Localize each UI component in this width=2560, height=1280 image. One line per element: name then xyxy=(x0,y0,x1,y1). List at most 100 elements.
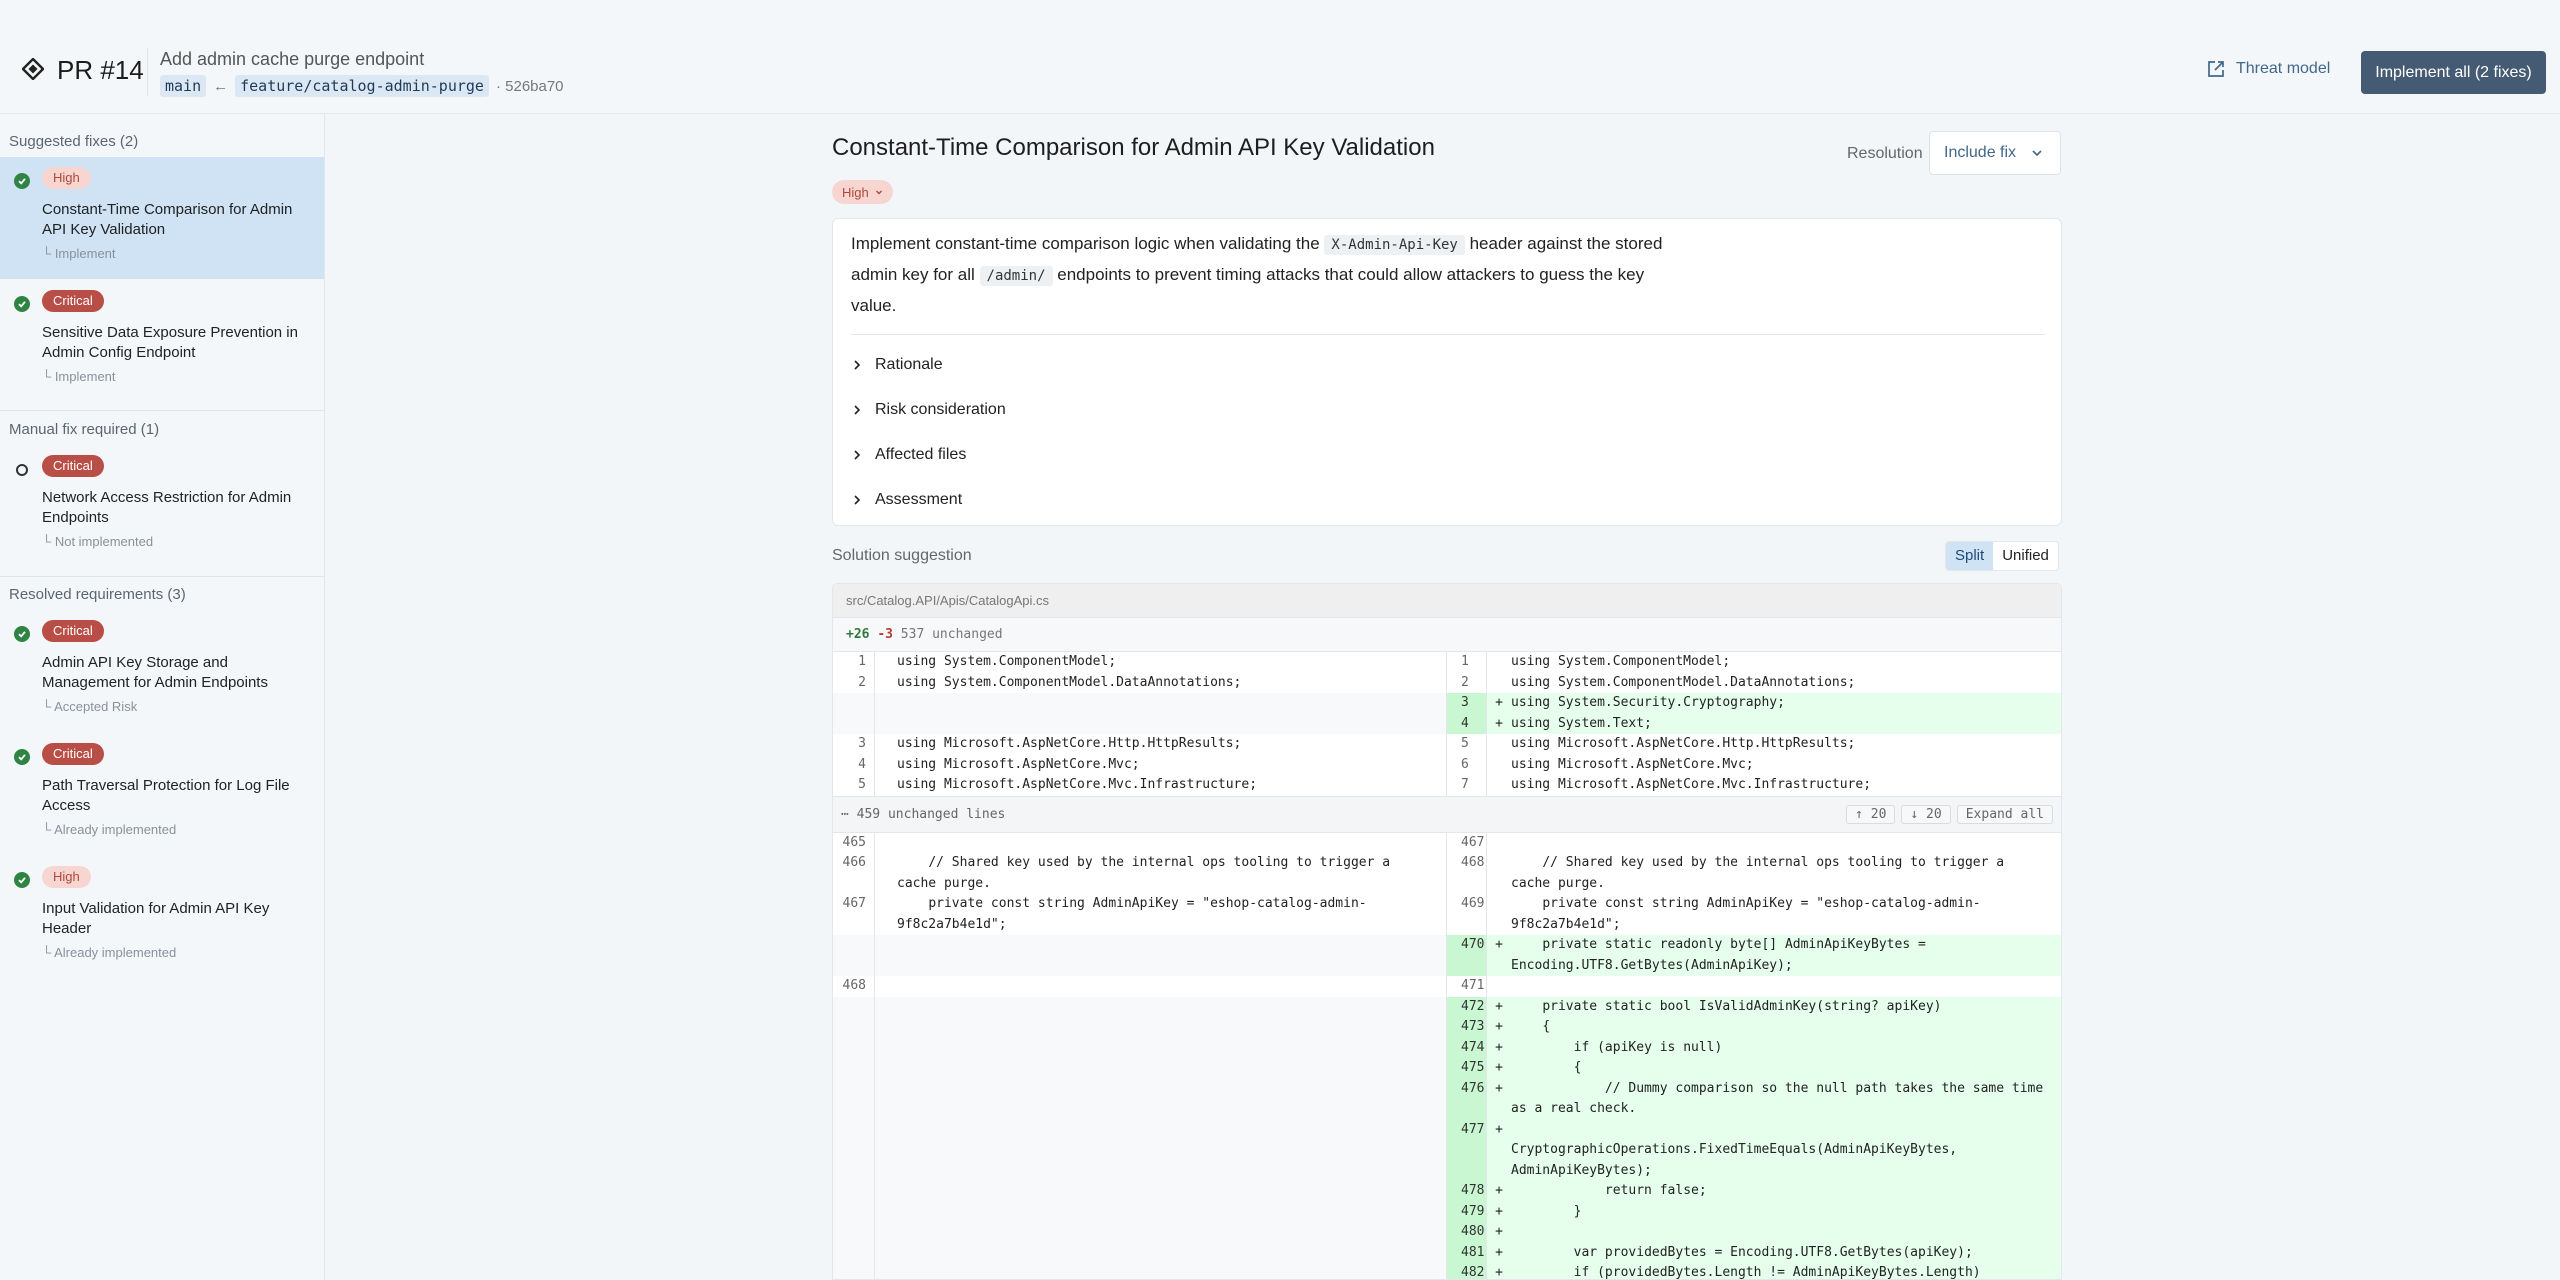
diff-row: 5 using Microsoft.AspNetCore.Mvc.Infrastr… xyxy=(833,775,2061,796)
expand-all-button[interactable]: Expand all xyxy=(1956,804,2053,824)
line-number: 482 xyxy=(1447,1263,1487,1279)
diff-left: 2 using System.ComponentModel.DataAnnotat… xyxy=(833,672,1447,693)
implement-all-button[interactable]: Implement all (2 fixes) xyxy=(2361,51,2546,94)
resolution-dropdown[interactable]: Include fix xyxy=(1929,131,2061,175)
unified-view-button[interactable]: Unified xyxy=(1993,542,2058,570)
diff-left-empty xyxy=(833,1181,1447,1202)
commit-hash: · 526ba70 xyxy=(495,77,564,95)
line-number xyxy=(833,1181,875,1202)
diff-right: 470 + private static readonly byte[] Admi… xyxy=(1447,935,2061,976)
section-resolved-requirements: Resolved requirements (3) xyxy=(9,586,186,603)
top-bar: PR #14 Add admin cache purge endpoint ma… xyxy=(0,0,2560,114)
line-number: 467 xyxy=(1447,832,1487,853)
diff-row: 465 467 xyxy=(833,832,2061,853)
diff-file-path: src/Catalog.API/Apis/CatalogApi.cs xyxy=(833,584,2061,618)
accordion-rationale[interactable]: Rationale xyxy=(851,356,943,374)
diff-left-empty xyxy=(833,1119,1447,1181)
line-number: 473 xyxy=(1447,1017,1487,1038)
diff-row: 477 + CryptographicOperations.FixedTimeEq… xyxy=(833,1119,2061,1181)
line-number: 472 xyxy=(1447,996,1487,1017)
diff-marker: + xyxy=(1495,695,1503,710)
severity-badge: Critical xyxy=(42,620,104,642)
sidebar: Suggested fixes (2) High Constant-Time C… xyxy=(0,114,325,1280)
diff-row: 481 + var providedBytes = Encoding.UTF8.G… xyxy=(833,1242,2061,1263)
accordion-risk-consideration[interactable]: Risk consideration xyxy=(851,401,1006,419)
line-number: 469 xyxy=(1447,894,1487,935)
code-line: using Microsoft.AspNetCore.Mvc; xyxy=(897,756,1140,772)
code-line: var providedBytes = Encoding.UTF8.GetByt… xyxy=(1511,1244,1973,1260)
sidebar-item-admin-api-key-storage[interactable]: Critical Admin API Key Storage and Manag… xyxy=(0,610,324,732)
collapsed-lines-bar: ⋯ 459 unchanged lines ↑ 20 ↓ 20 Expand a… xyxy=(833,795,2061,833)
sidebar-item-input-validation[interactable]: High Input Validation for Admin API Key … xyxy=(0,856,324,978)
line-number: 3 xyxy=(1447,693,1487,714)
accordion-assessment[interactable]: Assessment xyxy=(851,491,962,509)
expand-up-button[interactable]: ↑ 20 xyxy=(1846,804,1896,824)
diff-hunk-top: 1 using System.ComponentModel; 1 using Syst… xyxy=(833,652,2061,796)
chevron-right-icon xyxy=(854,405,861,415)
inline-code: X-Admin-Api-Key xyxy=(1324,235,1465,255)
diff-left-empty xyxy=(833,693,1447,714)
line-number xyxy=(833,1119,875,1181)
diff-right: 478 + return false; xyxy=(1447,1181,2061,1202)
diff-left-empty xyxy=(833,1058,1447,1079)
sidebar-item-sensitive-data-exposure[interactable]: Critical Sensitive Data Exposure Prevent… xyxy=(0,280,324,402)
diff-left: 1 using System.ComponentModel; xyxy=(833,652,1447,673)
diff-left-empty xyxy=(833,996,1447,1017)
line-number: 5 xyxy=(833,775,875,796)
sidebar-item-title: Input Validation for Admin API Key Heade… xyxy=(42,900,270,937)
threat-model-link[interactable]: Threat model xyxy=(2206,59,2330,79)
diff-marker xyxy=(1487,775,1511,796)
severity-badge: Critical xyxy=(42,290,104,312)
sidebar-item-title: Constant-Time Comparison for Admin API K… xyxy=(42,201,293,238)
diff-right: 472 + private static bool IsValidAdminKey… xyxy=(1447,996,2061,1017)
line-number: 468 xyxy=(1447,853,1487,894)
diff-marker: + xyxy=(1495,1203,1503,1219)
code-line: using System.ComponentModel; xyxy=(1511,654,1731,669)
line-number: 2 xyxy=(1447,672,1487,693)
line-number: 4 xyxy=(833,754,875,775)
page-title: Constant-Time Comparison for Admin API K… xyxy=(832,134,1435,161)
chevron-right-icon xyxy=(854,360,861,370)
code-line: { xyxy=(1511,1060,1582,1075)
split-view-button[interactable]: Split xyxy=(1946,542,1994,570)
diff-left-empty xyxy=(833,1222,1447,1243)
code-line: private static bool IsValidAdminKey(stri… xyxy=(1511,998,1942,1014)
accordion-affected-files[interactable]: Affected files xyxy=(851,446,966,464)
code-line: using System.Text; xyxy=(1511,715,1652,731)
external-link-icon xyxy=(2208,61,2224,77)
chevron-down-icon xyxy=(875,190,882,195)
diff-right: 1 using System.ComponentModel; xyxy=(1447,652,2061,673)
line-number xyxy=(833,996,875,1017)
line-number xyxy=(833,1263,875,1279)
diff-row: 470 + private static readonly byte[] Admi… xyxy=(833,935,2061,976)
line-number: 475 xyxy=(1447,1058,1487,1079)
sidebar-item-network-access-restriction[interactable]: Critical Network Access Restriction for … xyxy=(0,445,324,567)
code-line: // Shared key used by the internal ops t… xyxy=(1511,855,2012,891)
severity-dropdown[interactable]: High xyxy=(832,180,893,204)
lines-removed: -3 xyxy=(877,627,893,642)
line-number xyxy=(833,1242,875,1263)
severity-badge: High xyxy=(42,866,91,888)
description-text: Implement constant-time comparison logic… xyxy=(851,234,1320,253)
diff-row: 479 + } xyxy=(833,1201,2061,1222)
line-number xyxy=(833,1058,875,1079)
code-line: private const string AdminApiKey = "esho… xyxy=(1511,896,1981,932)
code-line: using Microsoft.AspNetCore.Http.HttpResu… xyxy=(1511,736,1856,751)
sidebar-item-constant-time-comparison[interactable]: High Constant-Time Comparison for Admin … xyxy=(0,157,324,279)
diff-right: 4 + using System.Text; xyxy=(1447,713,2061,734)
diff-right: 480 + xyxy=(1447,1222,2061,1243)
sidebar-item-path-traversal-protection[interactable]: Critical Path Traversal Protection for L… xyxy=(0,733,324,855)
expand-down-button[interactable]: ↓ 20 xyxy=(1901,804,1951,824)
code-line: // Shared key used by the internal ops t… xyxy=(897,855,1398,891)
collapsed-lines-label[interactable]: ⋯ 459 unchanged lines xyxy=(841,807,1005,822)
diff-left-empty xyxy=(833,1078,1447,1120)
